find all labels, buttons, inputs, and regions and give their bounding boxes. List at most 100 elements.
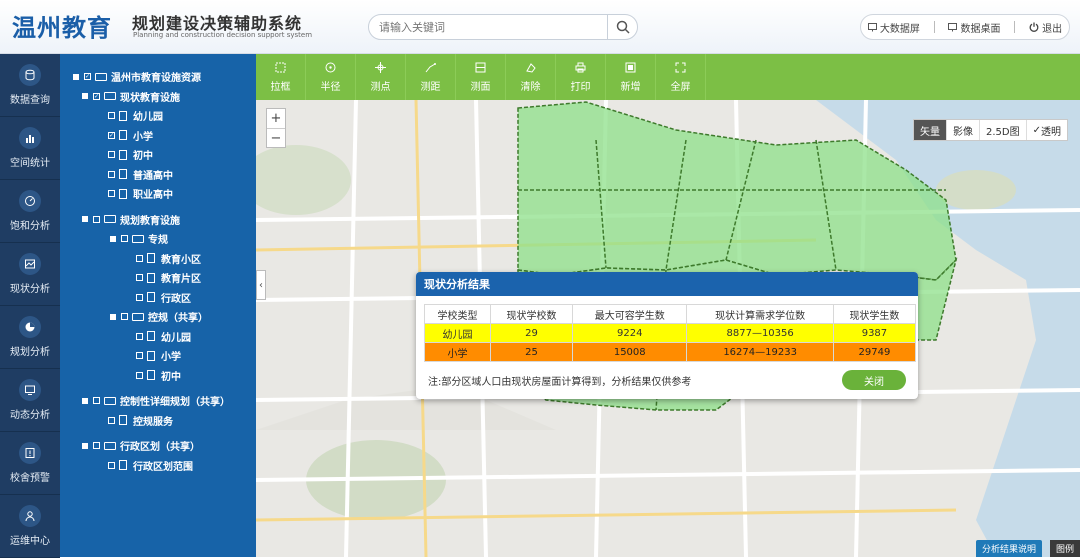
layer-tree: ✓ 温州市教育设施资源 ✓ 现状教育设施 幼儿园 ✓ 小学 初中 普通高中 职业高中 … xyxy=(60,54,256,557)
legend-button[interactable]: 图例 xyxy=(1050,540,1080,557)
layer-icon xyxy=(147,272,155,283)
checkbox-icon[interactable] xyxy=(108,461,115,469)
tool-area[interactable]: 测面 xyxy=(456,54,506,100)
tool-fullscreen[interactable]: 全屏 xyxy=(656,54,706,100)
tree-node-ctrl-middle[interactable]: 初中 xyxy=(60,366,256,386)
tree-node-edu-district[interactable]: 教育片区 xyxy=(60,268,256,288)
big-screen-link[interactable]: 大数据屏 xyxy=(867,20,920,35)
tool-label: 拉框 xyxy=(270,82,291,93)
search-icon xyxy=(616,20,630,34)
tree-node-high[interactable]: 普通高中 xyxy=(60,165,256,185)
tree-node-detail-plan[interactable]: 控制性详细规划（共享） xyxy=(60,391,256,411)
column-header: 最大可容学生数 xyxy=(572,304,688,324)
image-chart-icon xyxy=(19,253,41,275)
tree-label: 普通高中 xyxy=(133,170,173,182)
logout-link[interactable]: 退出 xyxy=(1029,20,1062,35)
tree-node-admin-area[interactable]: 行政区 xyxy=(60,288,256,308)
divider xyxy=(1014,21,1016,33)
checkbox-icon[interactable] xyxy=(136,352,143,360)
checkbox-icon[interactable] xyxy=(93,215,100,223)
nav-dynamic-analysis[interactable]: 动态分析 xyxy=(0,369,60,432)
checkbox-icon[interactable] xyxy=(136,332,143,340)
checkbox-icon[interactable] xyxy=(136,274,143,282)
map-toolbar: 拉框 半径 测点 测距 测面 清除 打印 新增 全屏 xyxy=(256,54,1080,100)
tree-node-root[interactable]: ✓ 温州市教育设施资源 xyxy=(60,67,256,87)
checkbox-icon[interactable]: ✓ xyxy=(84,73,91,81)
checkbox-icon[interactable] xyxy=(108,112,115,120)
nav-saturation[interactable]: 饱和分析 xyxy=(0,180,60,243)
tool-add[interactable]: 新增 xyxy=(606,54,656,100)
checkbox-icon[interactable] xyxy=(136,254,143,262)
collapse-panel-button[interactable]: ‹ xyxy=(256,270,266,300)
checkbox-icon[interactable] xyxy=(93,442,100,450)
tree-node-special[interactable]: 专规 xyxy=(60,229,256,249)
checkbox-icon[interactable] xyxy=(108,190,115,198)
nav-planning-analysis[interactable]: 规划分析 xyxy=(0,306,60,369)
tree-label: 行政区划（共享） xyxy=(120,442,200,454)
tool-label: 全屏 xyxy=(670,82,691,93)
tree-node-primary[interactable]: ✓ 小学 xyxy=(60,126,256,146)
tree-node-vocational[interactable]: 职业高中 xyxy=(60,184,256,204)
checkbox-icon[interactable] xyxy=(93,397,100,405)
tool-rect-select[interactable]: 拉框 xyxy=(256,54,306,100)
table-cell: 8877—10356 xyxy=(686,323,834,343)
data-desktop-link[interactable]: 数据桌面 xyxy=(948,20,1000,35)
tree-node-current[interactable]: ✓ 现状教育设施 xyxy=(60,87,256,107)
checkbox-icon[interactable]: ✓ xyxy=(93,92,100,100)
checkbox-icon[interactable] xyxy=(108,151,115,159)
checkbox-icon[interactable] xyxy=(136,371,143,379)
layer-icon xyxy=(147,331,155,342)
map-type-vector[interactable]: 矢量 xyxy=(914,120,947,140)
layer-icon xyxy=(147,370,155,381)
nav-data-query[interactable]: 数据查询 xyxy=(0,54,60,117)
checkbox-icon[interactable] xyxy=(108,170,115,178)
tree-node-middle[interactable]: 初中 xyxy=(60,145,256,165)
layer-icon xyxy=(147,292,155,303)
result-explanation-button[interactable]: 分析结果说明 xyxy=(976,540,1042,557)
left-nav: 数据查询 空间统计 饱和分析 现状分析 规划分析 动态分析 校舍预警 运维中心 xyxy=(0,54,60,558)
checkbox-icon[interactable] xyxy=(136,293,143,301)
map-canvas[interactable]: + − ‹ 矢量 影像 2.5D图 ✓ 透明 现状分析结果 学校类型 现状学校数 … xyxy=(256,100,1080,557)
tool-clear[interactable]: 清除 xyxy=(506,54,556,100)
folder-icon xyxy=(104,92,116,101)
tree-node-admin-range[interactable]: 行政区划范围 xyxy=(60,456,256,476)
tree-node-planned[interactable]: 规划教育设施 xyxy=(60,210,256,230)
zoom-out-button[interactable]: − xyxy=(267,128,285,147)
print-icon xyxy=(575,61,587,73)
map-type-25d[interactable]: 2.5D图 xyxy=(980,120,1027,140)
tree-label: 小学 xyxy=(161,352,181,364)
map-type-transparent[interactable]: ✓ 透明 xyxy=(1027,120,1067,140)
tree-node-control[interactable]: 控规（共享） xyxy=(60,307,256,327)
tree-node-ctrl-kindergarten[interactable]: 幼儿园 xyxy=(60,327,256,347)
checkbox-icon[interactable]: ✓ xyxy=(108,131,115,139)
tool-print[interactable]: 打印 xyxy=(556,54,606,100)
toggle-icon xyxy=(82,216,88,223)
tree-node-kindergarten[interactable]: 幼儿园 xyxy=(60,106,256,126)
zoom-in-button[interactable]: + xyxy=(267,109,285,128)
layer-icon xyxy=(119,110,127,121)
tree-node-admin[interactable]: 行政区划（共享） xyxy=(60,436,256,456)
nav-ops-center[interactable]: 运维中心 xyxy=(0,495,60,558)
tool-distance[interactable]: 测距 xyxy=(406,54,456,100)
column-header: 现状学校数 xyxy=(489,304,574,324)
tree-node-control-service[interactable]: 控规服务 xyxy=(60,411,256,431)
search-button[interactable] xyxy=(607,15,637,39)
tree-node-ctrl-primary[interactable]: 小学 xyxy=(60,346,256,366)
nav-spatial-stats[interactable]: 空间统计 xyxy=(0,117,60,180)
tool-radius[interactable]: 半径 xyxy=(306,54,356,100)
tree-node-edu-community[interactable]: 教育小区 xyxy=(60,249,256,269)
nav-school-warning[interactable]: 校舍预警 xyxy=(0,432,60,495)
tool-point[interactable]: 测点 xyxy=(356,54,406,100)
nav-status-analysis[interactable]: 现状分析 xyxy=(0,243,60,306)
tree-label: 控制性详细规划（共享） xyxy=(120,397,230,409)
pie-chart-icon xyxy=(19,316,41,338)
map-type-image[interactable]: 影像 xyxy=(947,120,980,140)
monitor-icon xyxy=(19,379,41,401)
checkbox-icon[interactable] xyxy=(121,313,128,321)
close-button[interactable]: 关闭 xyxy=(842,370,906,390)
toggle-icon xyxy=(82,442,88,449)
check-icon: ✓ xyxy=(1032,124,1041,136)
checkbox-icon[interactable] xyxy=(121,235,128,243)
checkbox-icon[interactable] xyxy=(108,416,115,424)
search-input[interactable] xyxy=(379,19,599,35)
